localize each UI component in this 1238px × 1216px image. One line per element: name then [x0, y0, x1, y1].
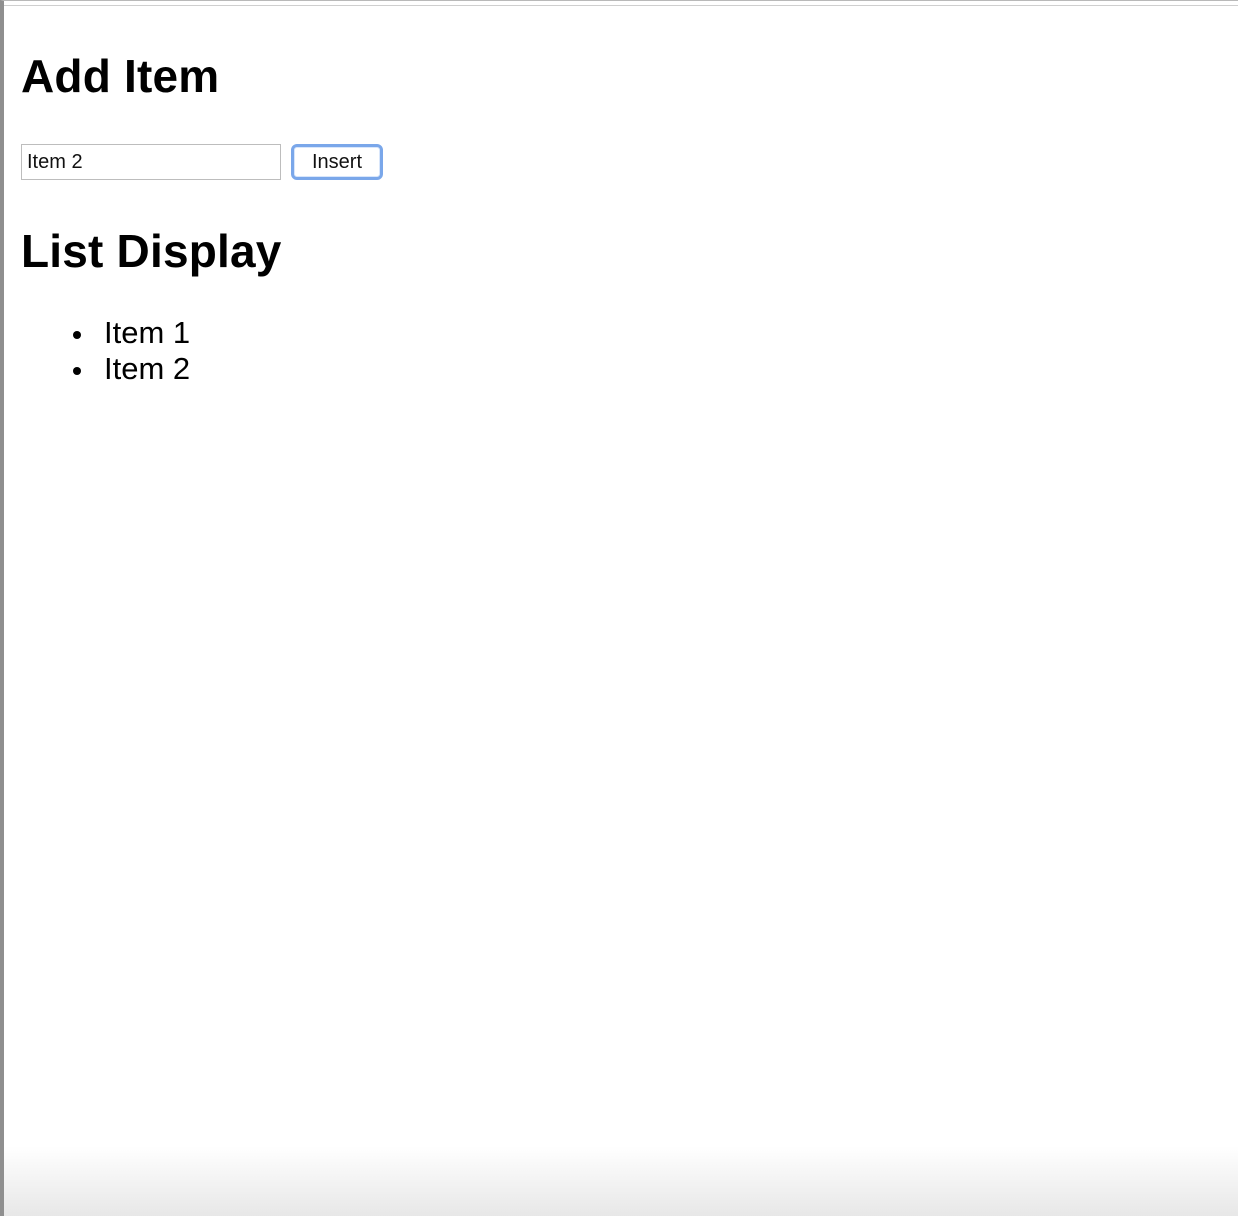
item-input[interactable]: [21, 144, 281, 180]
top-divider: [4, 5, 1238, 6]
add-item-form: Insert: [21, 144, 383, 180]
list-item-label: Item 2: [104, 351, 191, 386]
browser-window: Add Item Insert List Display Item 1 Item…: [0, 0, 1238, 1216]
bottom-shadow: [4, 1146, 1238, 1216]
item-list: Item 1 Item 2: [69, 315, 190, 387]
list-item-label: Item 1: [104, 315, 191, 350]
add-item-title: Add Item: [21, 50, 220, 102]
list-display-title: List Display: [21, 225, 282, 277]
bullet-icon: [73, 331, 81, 339]
list-item: Item 2: [69, 351, 190, 387]
list-item: Item 1: [69, 315, 190, 351]
insert-button[interactable]: Insert: [291, 144, 383, 180]
bullet-icon: [73, 367, 81, 375]
